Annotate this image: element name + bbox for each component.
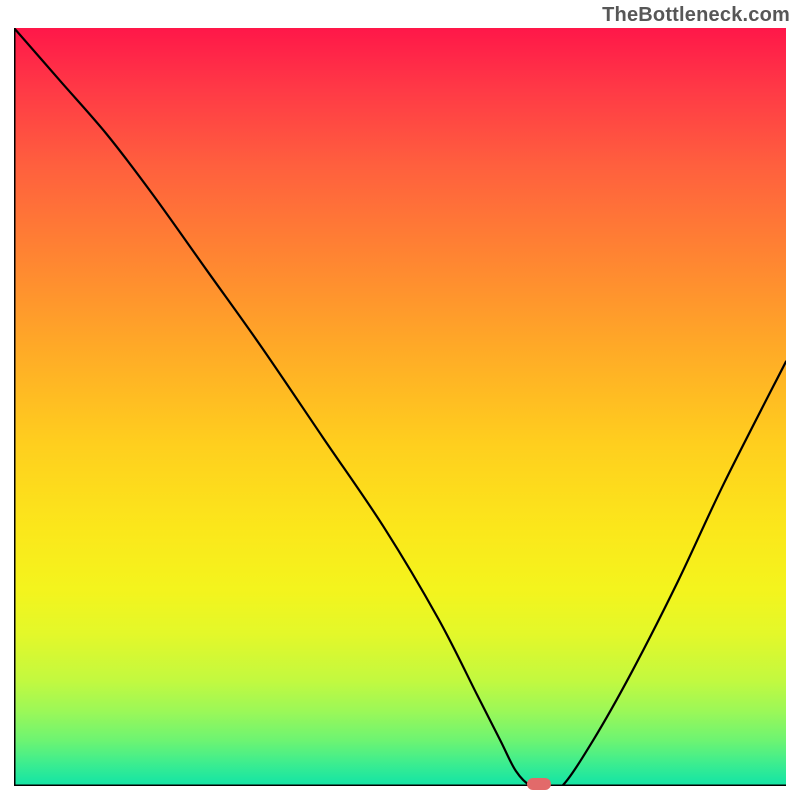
watermark-text: TheBottleneck.com <box>602 4 790 27</box>
chart-container: TheBottleneck.com <box>0 0 800 800</box>
optimum-marker <box>527 778 551 790</box>
plot-area <box>14 28 786 786</box>
bottleneck-curve <box>14 28 786 786</box>
